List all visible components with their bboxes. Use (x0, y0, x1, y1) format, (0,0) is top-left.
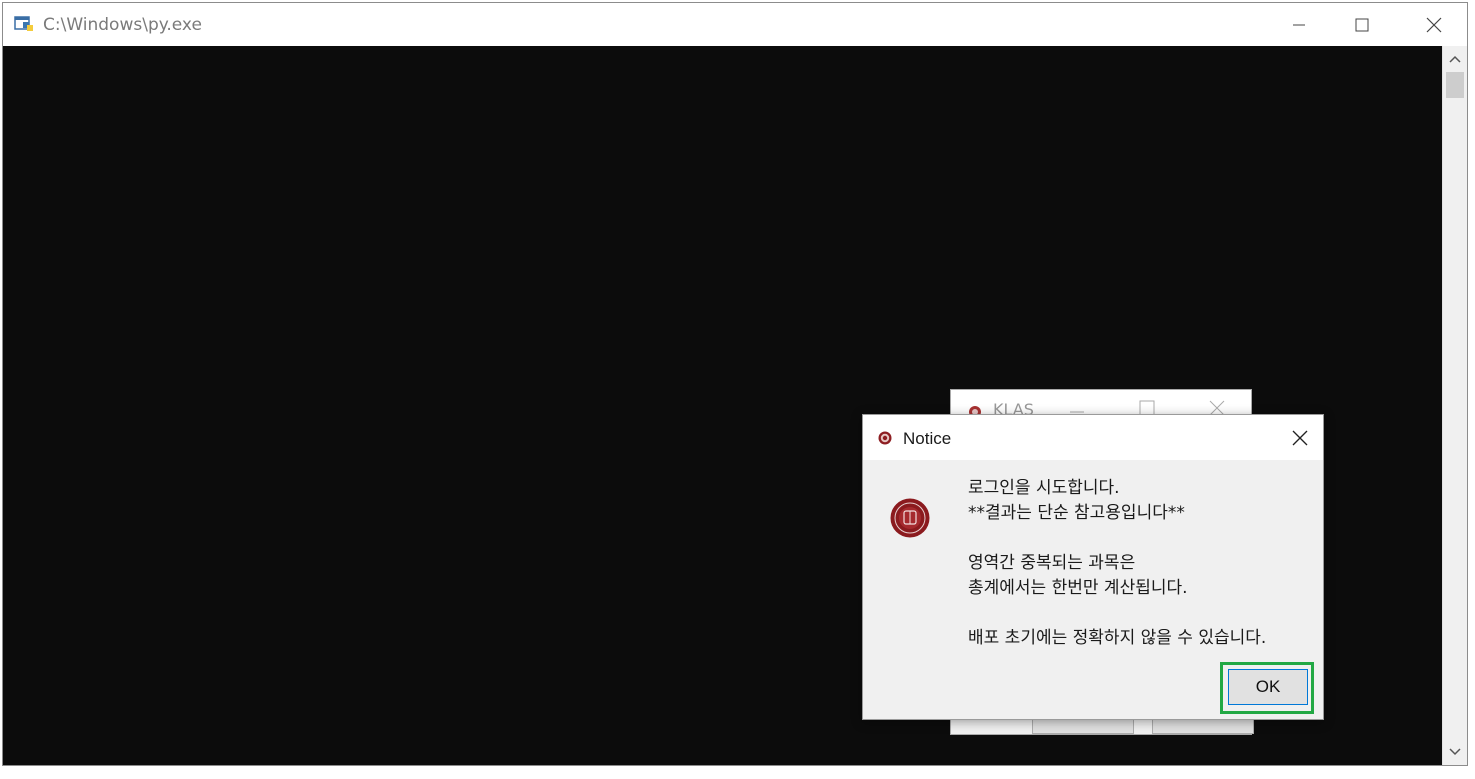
klas-button-left[interactable] (1032, 718, 1134, 734)
close-button[interactable] (1399, 3, 1469, 46)
python-icon (14, 16, 33, 31)
minimize-button[interactable] (1264, 3, 1334, 46)
minimize-icon (1293, 24, 1305, 25)
close-icon (1292, 430, 1308, 446)
message-line: 영역간 중복되는 과목은 (968, 553, 1136, 573)
scroll-down-icon (1449, 748, 1461, 756)
close-icon (1426, 17, 1442, 32)
notice-close-button[interactable] (1285, 423, 1315, 453)
klas-seal-icon (890, 498, 930, 538)
message-line: 배포 초기에는 정확하지 않을 수 있습니다. (968, 628, 1267, 648)
notice-message: 로그인을 시도합니다. **결과는 단순 참고용입니다** 영역간 중복되는 과… (968, 476, 1318, 651)
ok-button[interactable]: OK (1228, 669, 1308, 705)
notice-titlebar[interactable]: Notice (863, 415, 1323, 460)
notice-title: Notice (903, 429, 952, 448)
scroll-thumb[interactable] (1446, 72, 1464, 98)
klas-seal-icon (878, 431, 892, 445)
scroll-up-button[interactable] (1443, 48, 1467, 70)
notice-dialog: Notice 로그인을 시도합니다. **결과는 단순 참고용입니다** 영역간… (862, 414, 1324, 720)
message-line: **결과는 단순 참고용입니다** (968, 503, 1185, 523)
console-titlebar[interactable]: C:\Windows\py.exe (3, 3, 1467, 46)
minimize-icon (1070, 411, 1084, 413)
message-line (968, 601, 1318, 626)
message-line: 로그인을 시도합니다. (968, 478, 1120, 498)
console-title: C:\Windows\py.exe (43, 15, 202, 35)
klas-button-right[interactable] (1152, 718, 1254, 734)
scroll-down-button[interactable] (1443, 741, 1467, 763)
maximize-icon (1355, 18, 1369, 31)
scroll-up-icon (1449, 55, 1461, 63)
vertical-scrollbar[interactable] (1442, 46, 1467, 765)
message-line (968, 526, 1318, 551)
maximize-button[interactable] (1327, 3, 1397, 46)
message-line: 총계에서는 한번만 계산됩니다. (968, 578, 1188, 598)
